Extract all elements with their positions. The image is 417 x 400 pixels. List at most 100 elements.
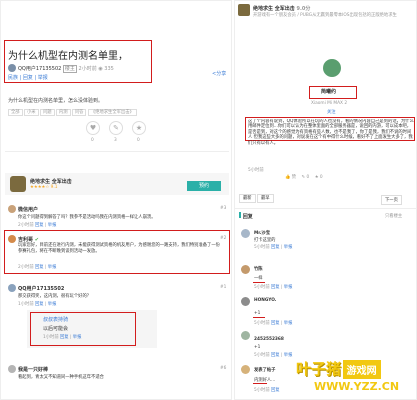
tag[interactable]: 《绝地求生全军出击》 [87,109,137,116]
report-link[interactable]: 举报 [73,335,82,340]
next-page-button[interactable]: 下一页 [381,195,402,205]
report-link[interactable]: 举报 [48,302,57,307]
game-rating-value: 9.1 [50,185,58,190]
reply-time: 5小时前 [254,285,270,290]
comment-icon[interactable]: ✎ [302,175,306,180]
reply-text: 看起到，青太又不知道同一种手机这年不适合 [18,375,104,380]
reply-author[interactable]: 竹陈 [254,266,263,272]
reply-author[interactable]: 2452552368 [254,337,284,342]
avatar[interactable] [241,365,250,374]
only-author-toggle[interactable]: 只看楼主 [385,213,402,219]
share-link[interactable]: <分享 [212,70,226,77]
reply-author[interactable]: HONGYO. [254,298,276,303]
poster-device: Xiaomi Mi MAX 2 [311,101,348,106]
reply-link[interactable]: 回复 [60,335,69,340]
replies-heading: 回复 [239,212,253,220]
comment-button[interactable]: ✎ [109,121,123,135]
reply-floor: #6 [220,366,227,371]
report-link[interactable]: 举报 [48,223,57,228]
reply-floor: #1 [220,285,227,290]
report-link[interactable]: 举报 [284,285,293,290]
divider [235,208,416,209]
avatar[interactable] [8,365,16,373]
tab-latest[interactable]: 最新 [239,194,256,203]
reserve-button[interactable]: 预约 [187,181,221,191]
report-link[interactable]: 举报 [284,245,293,250]
report-link[interactable]: 举报 [284,321,293,326]
question-title: 为什么机型在内测名单里， [8,51,128,62]
reply-meta: 5小时前 回复 | 举报 [254,245,293,250]
reply-time: 5小时前 [254,321,270,326]
asker-badge: 楼主 [62,65,77,73]
asker-name-text[interactable]: QQ用户17135502 [18,66,61,72]
star-button[interactable]: ★ [132,121,146,135]
star-count: 0 [319,175,323,180]
nested-reply-author[interactable]: 叔叔表持骑 [43,316,68,323]
reply-time: 5小时前 [254,353,270,358]
poster-name[interactable]: 简曦约 [321,88,336,95]
tag[interactable]: 内测 [55,109,71,116]
reply-author[interactable]: 发表了帖子 [254,367,275,373]
tag[interactable]: 全部 [8,109,23,116]
reply-author[interactable]: QQ用户17135502 [18,285,64,292]
reply-meta: 5小时前 回复 | 举报 [254,321,293,326]
avatar[interactable] [241,229,250,238]
reply-link[interactable]: 回复 [35,265,44,270]
reply-link[interactable]: 回复 [271,353,280,358]
reply-link[interactable]: 回复 [271,388,280,393]
watermark-url: WWW.YZZ.CN [314,380,400,393]
views-icon: ◉ [98,66,103,72]
asker-views: 335 [104,66,114,72]
post-stats: 👍 赞 ✎ 0 ★ 0 [285,174,323,180]
link-reply[interactable]: 回复 [23,75,33,81]
report-link[interactable]: 举报 [48,265,57,270]
reply-author[interactable]: 我是一只好棒 [18,366,48,373]
reply-meta: 2小时前 回复 | 举报 [18,265,57,270]
star-icon[interactable]: ★ [315,175,319,180]
game-title: 绝地求生 全军出击 [30,179,72,185]
like-icon[interactable]: 👍 [285,175,290,180]
watermark-logo: 叶子猪 游戏网 WWW.YZZ.CN [296,358,414,398]
asker-avatar[interactable] [8,64,16,72]
like-count: 0 [91,138,94,143]
reply-link[interactable]: 回复 [271,245,280,250]
header-title: 绝地求生 全军出击 9.0分 [253,5,310,12]
watermark-tag: 游戏网 [342,360,381,379]
like-label[interactable]: 赞 [292,175,296,180]
reply-link[interactable]: 回复 [35,302,44,307]
reply-link[interactable]: 回复 [271,321,280,326]
reply-time: 2小时前 [18,265,34,270]
watermark-brand: 叶子猪 [296,360,342,378]
tab-earliest[interactable]: 最早 [256,194,274,203]
right-panel: 绝地求生 全军出击 9.0分 开游戏有一个朋友会员 / PUBG从无赢到最零本I… [234,0,417,400]
link-report[interactable]: 举报 [38,75,48,81]
tag[interactable]: 问题 [39,109,55,116]
header-game-icon [238,4,250,16]
reply-meta: 5小时前 回复 [254,387,280,393]
avatar[interactable] [8,205,16,213]
follow-link[interactable]: 关注 [327,109,336,115]
asker-name[interactable]: QQ用户17135502 楼主 2小时前 ◉ 335 [18,65,114,73]
asker-links: 民族 | 回复 | 举报 [8,75,48,81]
reply-link[interactable]: 回复 [271,285,280,290]
reply-link[interactable]: 回复 [35,223,44,228]
tag[interactable]: 问答 [71,109,87,116]
like-button[interactable]: ♥ [86,121,100,135]
avatar[interactable] [241,297,250,306]
header-sub: 开游戏有一个朋友会员 / PUBG从无赢到最零本IOS出现包括的正版绝地求生 [253,13,397,18]
reply-underline [253,317,265,318]
share-label[interactable]: 分享 [216,71,226,77]
report-link[interactable]: 举报 [284,353,293,358]
tag[interactable]: 小米 [23,109,39,116]
avatar[interactable] [241,331,250,340]
avatar[interactable] [8,235,16,243]
link-minzu[interactable]: 民族 [8,75,18,81]
watermark-brand-line: 叶子猪 游戏网 [296,358,381,379]
avatar[interactable] [241,265,250,274]
poster-avatar[interactable] [323,59,341,77]
reply-author[interactable]: 微信用户 [18,206,38,213]
reply-author[interactable]: Mr.沙宝 [254,230,270,236]
reply-time: 5小时前 [254,245,270,250]
avatar[interactable] [8,284,16,292]
reply-author[interactable]: 吉利哥 ✔ [18,236,39,243]
